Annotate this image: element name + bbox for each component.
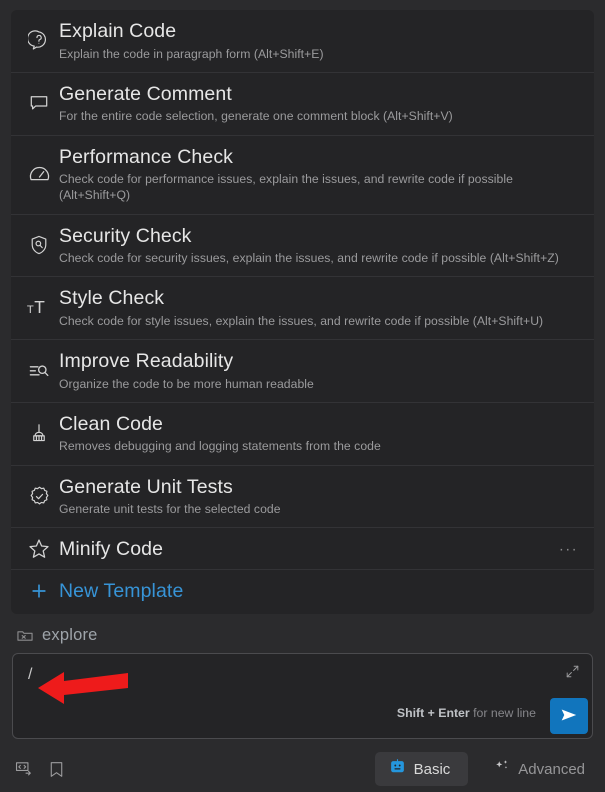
- template-text: Improve Readability Organize the code to…: [56, 349, 580, 392]
- template-row-clean-code[interactable]: Clean Code Removes debugging and logging…: [11, 403, 594, 466]
- template-row-security-check[interactable]: Security Check Check code for security i…: [11, 215, 594, 278]
- template-row-style-check[interactable]: T T Style Check Check code for style iss…: [11, 277, 594, 341]
- sparkles-icon: [494, 758, 511, 780]
- folder-x-icon: [16, 627, 34, 645]
- template-row-improve-readability[interactable]: Improve Readability Organize the code to…: [11, 340, 594, 403]
- mode-tab-advanced[interactable]: Advanced: [482, 752, 591, 786]
- newline-hint-text: for new line: [469, 706, 536, 721]
- template-row-performance-check[interactable]: Performance Check Check code for perform…: [11, 136, 594, 215]
- template-text: Clean Code Removes debugging and logging…: [56, 412, 580, 455]
- prompt-area: / Shift + Enter for new line: [0, 653, 605, 740]
- template-description: Check code for performance issues, expla…: [59, 172, 513, 203]
- context-label: explore: [42, 626, 98, 645]
- prompt-input[interactable]: / Shift + Enter for new line: [12, 653, 593, 740]
- template-text: Explain Code Explain the code in paragra…: [56, 19, 580, 62]
- template-text: Generate Unit Tests Generate unit tests …: [56, 475, 580, 518]
- verified-check-icon: [22, 485, 56, 508]
- template-title: Generate Unit Tests: [59, 475, 233, 498]
- prompt-input-value[interactable]: /: [28, 666, 32, 684]
- template-description: Explain the code in paragraph form (Alt+…: [59, 46, 324, 61]
- context-row[interactable]: explore: [0, 614, 605, 653]
- plus-icon: [22, 581, 56, 601]
- star-icon: [22, 537, 56, 561]
- template-text: Minify Code: [56, 537, 580, 562]
- template-text: Style Check Check code for style issues,…: [56, 286, 580, 329]
- newline-hint-keys: Shift + Enter: [396, 706, 470, 721]
- broom-icon: [22, 422, 56, 445]
- template-title: Performance Check: [59, 145, 234, 168]
- insert-code-icon[interactable]: [14, 760, 33, 779]
- bookmark-icon[interactable]: [47, 760, 66, 779]
- template-text: Security Check Check code for security i…: [56, 224, 580, 267]
- template-title: Explain Code: [59, 20, 177, 42]
- svg-text:T: T: [34, 297, 45, 317]
- template-title: Generate Comment: [59, 82, 232, 105]
- question-bubble-icon: [22, 29, 56, 51]
- template-description: Check code for style issues, explain the…: [59, 313, 544, 328]
- mode-tab-basic-label: Basic: [413, 760, 451, 778]
- template-title: Minify Code: [59, 537, 164, 560]
- template-title: Clean Code: [59, 412, 163, 435]
- expand-diagonal-icon[interactable]: [565, 664, 580, 684]
- template-row-minify-code[interactable]: Minify Code ···: [11, 528, 594, 571]
- mode-tab-advanced-label: Advanced: [518, 760, 585, 778]
- shield-search-icon: [22, 234, 56, 256]
- robot-icon: [389, 758, 406, 780]
- comment-bubble-icon: [22, 92, 56, 114]
- bottom-toolbar: Basic Advanced: [0, 739, 605, 787]
- text-size-icon: T T: [22, 296, 56, 320]
- template-text: Generate Comment For the entire code sel…: [56, 82, 580, 125]
- templates-card: Explain Code Explain the code in paragra…: [11, 10, 594, 615]
- new-template-button[interactable]: New Template: [11, 570, 594, 614]
- template-row-generate-unit-tests[interactable]: Generate Unit Tests Generate unit tests …: [11, 466, 594, 529]
- svg-text:T: T: [27, 304, 34, 316]
- template-text: Performance Check Check code for perform…: [56, 145, 580, 204]
- gauge-icon: [22, 163, 56, 186]
- template-row-explain-code[interactable]: Explain Code Explain the code in paragra…: [11, 10, 594, 73]
- template-description: Check code for security issues, explain …: [59, 251, 559, 266]
- template-title: Style Check: [59, 287, 165, 310]
- row-more-options-button[interactable]: ···: [559, 541, 578, 556]
- template-description: Organize the code to be more human reada…: [59, 376, 314, 391]
- template-description: For the entire code selection, generate …: [59, 109, 453, 124]
- list-search-icon: [22, 360, 56, 382]
- template-row-generate-comment[interactable]: Generate Comment For the entire code sel…: [11, 73, 594, 136]
- template-title: Improve Readability: [59, 350, 234, 373]
- send-paper-plane-icon: [558, 705, 580, 728]
- newline-hint: Shift + Enter for new line: [397, 706, 536, 720]
- mode-tab-basic[interactable]: Basic: [374, 752, 469, 787]
- template-title: Security Check: [59, 224, 192, 247]
- template-description: Generate unit tests for the selected cod…: [59, 502, 281, 517]
- new-template-label: New Template: [59, 579, 184, 602]
- send-button[interactable]: [550, 698, 588, 735]
- template-description: Removes debugging and logging statements…: [59, 439, 381, 454]
